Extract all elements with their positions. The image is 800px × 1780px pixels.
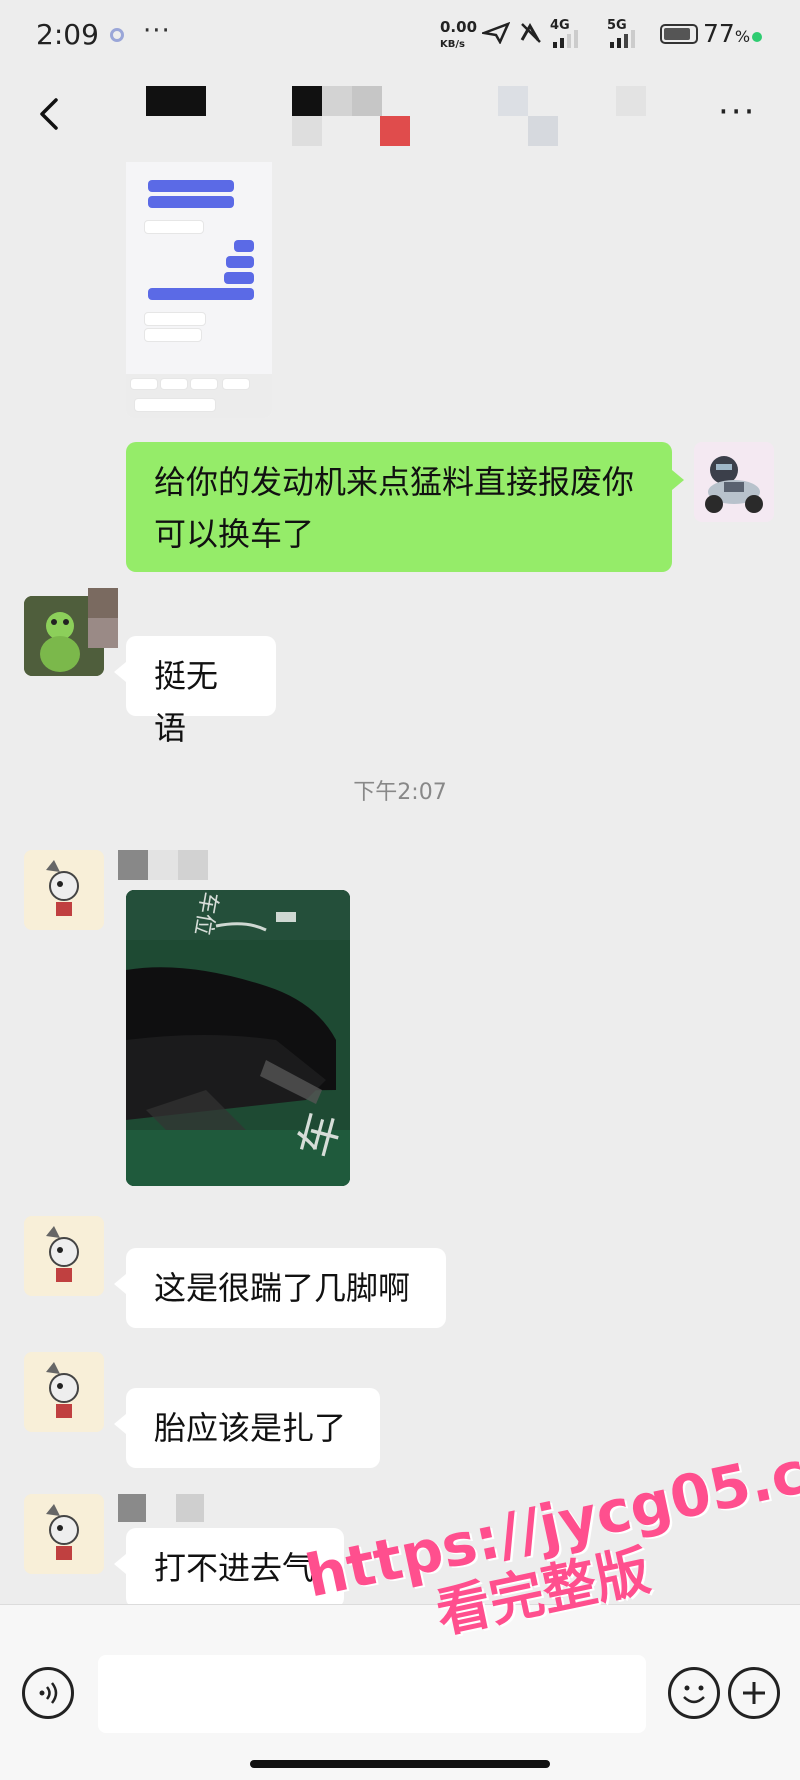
send-icon [482, 22, 510, 44]
message-bubble-incoming[interactable]: 挺无语 [114, 636, 276, 747]
message-bubble-incoming[interactable]: 胎应该是扎了 [114, 1388, 380, 1468]
redacted-name [118, 850, 148, 880]
emoji-icon[interactable] [668, 1667, 720, 1719]
avatar-cartoon-image [24, 850, 104, 930]
chat-header: ··· [0, 72, 800, 162]
avatar-self[interactable] [694, 442, 774, 522]
message-list[interactable]: 给你的发动机来点猛料直接报废你可以换车了 挺无语 下午2:07 车位 车 这是很… [0, 162, 800, 1608]
more-options-icon[interactable]: ··· [718, 92, 756, 132]
redacted-name [118, 1494, 146, 1522]
battery-icon [660, 24, 698, 44]
back-icon[interactable] [30, 94, 70, 134]
redacted-name [88, 588, 118, 618]
voice-input-icon[interactable] [22, 1667, 74, 1719]
net-speed-unit: KB/s [440, 39, 465, 50]
battery-percent: 77% [703, 19, 751, 48]
redacted-name [148, 850, 178, 880]
shared-screenshot-image[interactable] [126, 162, 272, 418]
redacted-name [178, 850, 208, 880]
avatar-contact-2[interactable] [24, 1352, 104, 1432]
mute-icon [520, 22, 541, 43]
location-icon [110, 28, 124, 42]
redacted-name [176, 1494, 204, 1522]
message-bubble-outgoing[interactable]: 给你的发动机来点猛料直接报废你可以换车了 [126, 442, 684, 572]
status-time: 2:09 [36, 18, 99, 51]
charging-dot [752, 32, 762, 42]
avatar-cartoon-image [24, 1216, 104, 1296]
avatar-cartoon-image [24, 1494, 104, 1574]
message-input[interactable] [98, 1655, 646, 1733]
message-timestamp: 下午2:07 [353, 780, 447, 805]
status-more-icon: ··· [143, 16, 171, 46]
signal-4g-icon [553, 30, 578, 48]
status-bar: 2:09 ··· 0.00 KB/s 4G 5G 77% [0, 0, 800, 72]
avatar-motorcycle-image [705, 456, 763, 513]
signal-5g-icon [610, 30, 635, 48]
home-indicator[interactable] [250, 1760, 550, 1768]
redacted-name [88, 618, 118, 648]
add-attachment-icon[interactable] [728, 1667, 780, 1719]
message-bubble-incoming[interactable]: 这是很踹了几脚啊 [114, 1248, 446, 1328]
avatar-cartoon-image [24, 1352, 104, 1432]
avatar-contact-2[interactable] [24, 1494, 104, 1574]
net-speed: 0.00 KB/s [440, 20, 477, 52]
avatar-contact-2[interactable] [24, 1216, 104, 1296]
photo-message-image[interactable]: 车位 车 [126, 890, 350, 1186]
net-speed-value: 0.00 [440, 18, 478, 36]
avatar-contact-2[interactable] [24, 850, 104, 930]
